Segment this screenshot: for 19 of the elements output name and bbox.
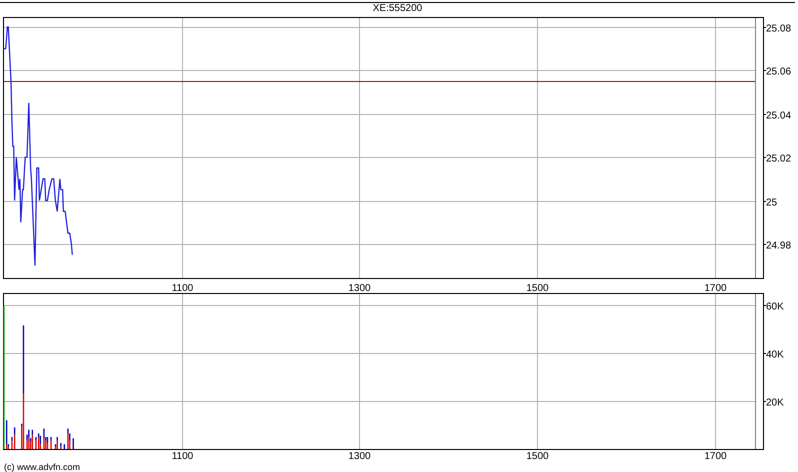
x-tick-label: 1300: [348, 283, 371, 292]
y-tick-label: 25.02: [766, 154, 792, 164]
y-tick-label: 24.98: [766, 240, 792, 252]
x-tick-label: 1300: [348, 451, 371, 462]
y-tick-label: 25.08: [766, 24, 792, 34]
chart-title: XE:555200: [0, 2, 795, 14]
x-tick-label: 1500: [526, 451, 549, 462]
y-tick-label: 40K: [766, 350, 784, 360]
y-tick-label: 20K: [766, 398, 784, 408]
x-tick-label: 1500: [526, 283, 549, 292]
x-tick-label: 1100: [172, 451, 194, 462]
x-tick-label: 1700: [704, 283, 727, 292]
credit-text: (c) www.advfn.com: [3, 462, 82, 472]
y-tick-label: 25.06: [766, 66, 792, 78]
x-tick-label: 1700: [704, 451, 727, 462]
y-tick-label: 25: [766, 198, 778, 208]
y-tick-label: 25.04: [766, 110, 792, 122]
x-tick-label: 1100: [172, 283, 194, 292]
y-tick-label: 60K: [766, 302, 784, 312]
